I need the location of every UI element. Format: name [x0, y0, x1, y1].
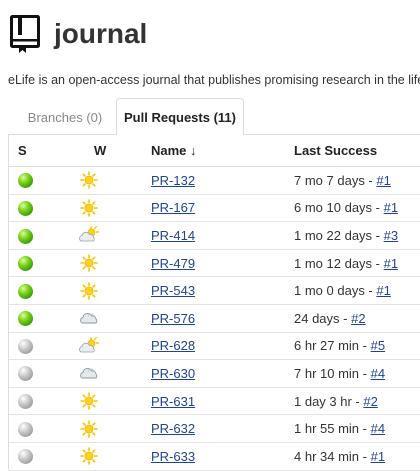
pr-link[interactable]: PR-576 [151, 311, 195, 326]
status-ball-icon [18, 311, 33, 327]
build-link[interactable]: #1 [384, 200, 398, 215]
last-success-time: 1 day 3 hr - [294, 393, 364, 409]
build-link[interactable]: #1 [371, 449, 385, 464]
table-row: PR-628 6 hr 27 min - #5 [9, 332, 420, 361]
build-link[interactable]: #1 [376, 173, 390, 188]
status-ball-icon [18, 228, 33, 244]
column-weather[interactable]: W [80, 135, 151, 167]
status-ball-icon [18, 394, 33, 410]
table-row: PR-167 6 mo 10 days - #1 [9, 194, 420, 223]
pr-link[interactable]: PR-633 [151, 449, 195, 464]
pr-link[interactable]: PR-543 [151, 283, 195, 298]
table-row: PR-414 1 mo 22 days - #3 [9, 221, 420, 250]
weather-cloudy-icon [78, 364, 100, 382]
table-row: PR-631 1 day 3 hr - #2 [9, 387, 420, 416]
table-header-row: S W Name ↓ Last Success [9, 135, 420, 167]
pr-link[interactable]: PR-632 [151, 421, 195, 436]
weather-sunny-icon [78, 419, 100, 438]
last-success-time: 1 mo 0 days - [294, 283, 377, 299]
weather-sunny-icon [78, 447, 100, 466]
pr-link[interactable]: PR-167 [151, 200, 195, 215]
table-row: PR-630 7 hr 10 min - #4 [9, 359, 420, 388]
table-row: PR-132 7 mo 7 days - #1 [9, 166, 420, 195]
build-link[interactable]: #1 [376, 283, 390, 298]
last-success-time: 24 days - [294, 310, 352, 326]
tab-bar: Branches (0) Pull Requests (11) [0, 98, 420, 135]
page-title: journal [54, 18, 148, 49]
build-link[interactable]: #1 [384, 256, 398, 271]
status-ball-icon [18, 366, 33, 382]
pr-link[interactable]: PR-132 [151, 173, 195, 188]
tab-pull-requests[interactable]: Pull Requests (11) [116, 98, 244, 135]
pr-link[interactable]: PR-630 [151, 366, 195, 381]
weather-cloudy-icon [78, 309, 100, 327]
tab-branches[interactable]: Branches (0) [19, 98, 111, 134]
weather-sunny-icon [78, 171, 100, 190]
pr-link[interactable]: PR-628 [151, 338, 195, 353]
status-ball-icon [18, 283, 33, 299]
build-link[interactable]: #5 [371, 338, 385, 353]
table-row: PR-479 1 mo 12 days - #1 [9, 249, 420, 278]
status-ball-icon [18, 338, 33, 354]
table-row: PR-632 1 hr 55 min - #4 [9, 414, 420, 443]
build-link[interactable]: #3 [384, 228, 398, 243]
last-success-time: 7 hr 10 min - [294, 365, 371, 381]
column-status[interactable]: S [9, 135, 80, 167]
table-row: PR-543 1 mo 0 days - #1 [9, 276, 420, 305]
pr-link[interactable]: PR-631 [151, 394, 195, 409]
build-link[interactable]: #2 [363, 394, 377, 409]
build-link[interactable]: #2 [351, 311, 365, 326]
weather-partly-cloudy-icon [78, 226, 100, 244]
build-link[interactable]: #4 [371, 421, 385, 436]
table-row: PR-576 24 days - #2 [9, 304, 420, 333]
build-link[interactable]: #4 [371, 366, 385, 381]
status-ball-icon [18, 173, 33, 189]
column-last-success[interactable]: Last Success [294, 135, 420, 167]
status-ball-icon [18, 421, 33, 437]
weather-sunny-icon [78, 392, 100, 410]
table-row: PR-633 4 hr 34 min - #1 [9, 442, 420, 471]
page-header: journal [10, 14, 147, 54]
weather-sunny-icon [78, 254, 100, 272]
last-success-time: 1 mo 12 days - [294, 255, 384, 271]
status-ball-icon [18, 449, 33, 465]
pull-requests-table: S W Name ↓ Last Success PR-132 7 mo 7 day… [8, 134, 420, 471]
weather-partly-cloudy-icon [78, 337, 100, 355]
project-description: eLife is an open-access journal that pub… [8, 73, 420, 87]
last-success-time: 6 hr 27 min - [294, 338, 371, 354]
last-success-time: 1 mo 22 days - [294, 227, 384, 243]
book-icon [10, 15, 40, 53]
last-success-time: 1 hr 55 min - [294, 421, 371, 437]
status-ball-icon [18, 200, 33, 216]
pr-link[interactable]: PR-479 [151, 256, 195, 271]
last-success-time: 7 mo 7 days - [294, 172, 377, 188]
last-success-time: 6 mo 10 days - [294, 200, 384, 216]
status-ball-icon [18, 256, 33, 272]
weather-sunny-icon [78, 281, 100, 300]
pr-link[interactable]: PR-414 [151, 228, 195, 243]
last-success-time: 4 hr 34 min - [294, 448, 371, 464]
weather-sunny-icon [78, 199, 100, 217]
column-name[interactable]: Name ↓ [151, 135, 294, 167]
